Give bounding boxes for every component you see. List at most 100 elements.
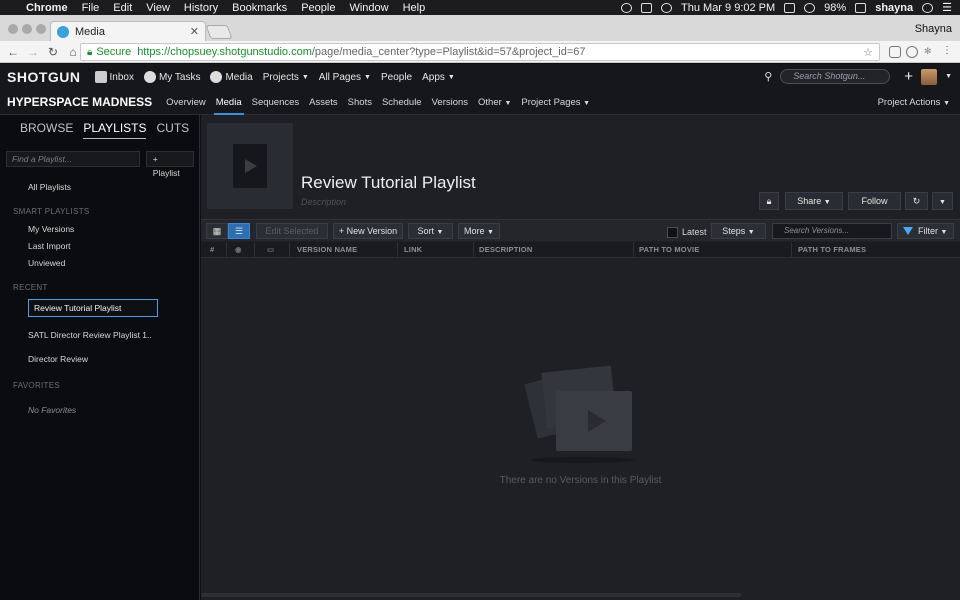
column-number[interactable]: # — [210, 245, 214, 254]
playlist-thumbnail[interactable] — [207, 123, 293, 209]
apps-menu[interactable]: Apps ▼ — [422, 72, 455, 83]
sidebar-item-my-versions[interactable]: My Versions — [28, 224, 74, 234]
playlist-title[interactable]: Review Tutorial Playlist — [301, 173, 476, 193]
wifi-icon[interactable] — [804, 2, 816, 13]
search-versions-input[interactable]: Search Versions... — [772, 223, 892, 239]
share-button[interactable]: Share ▼ — [785, 192, 843, 210]
datetime[interactable]: Thu Mar 9 9:02 PM — [681, 2, 775, 14]
list-view-button[interactable]: ☰ — [228, 223, 250, 239]
chrome-menu-icon[interactable]: ⋮ — [942, 46, 954, 58]
status-tray-icon[interactable] — [621, 2, 633, 13]
tab-versions[interactable]: Versions — [432, 90, 468, 115]
all-pages-menu[interactable]: All Pages ▼ — [319, 72, 371, 83]
close-tab-icon[interactable]: ✕ — [190, 25, 199, 38]
dollar-icon[interactable] — [661, 2, 673, 13]
chrome-profile[interactable]: Shayna — [915, 23, 952, 35]
minimize-window-button[interactable] — [22, 24, 32, 34]
tab-schedule[interactable]: Schedule — [382, 90, 422, 115]
sort-button[interactable]: Sort ▼ — [408, 223, 453, 239]
list-icon[interactable]: ☰ — [942, 1, 952, 14]
menu-view[interactable]: View — [146, 2, 170, 14]
battery-icon[interactable] — [855, 2, 867, 13]
tab-sequences[interactable]: Sequences — [252, 90, 300, 115]
steps-button[interactable]: Steps ▼ — [711, 223, 766, 239]
play-column-icon[interactable]: ◉ — [235, 245, 242, 254]
new-version-button[interactable]: + New Version — [333, 223, 403, 239]
menu-app-name[interactable]: Chrome — [26, 2, 68, 14]
plus-icon[interactable]: + — [904, 68, 913, 85]
sidebar-item-recent[interactable]: SATL Director Review Playlist 1.. — [28, 330, 152, 340]
edit-selected-button[interactable]: Edit Selected — [256, 223, 328, 239]
playlist-description[interactable]: Description — [301, 197, 346, 207]
more-button[interactable]: More ▼ — [458, 223, 500, 239]
find-playlist-input[interactable]: Find a Playlist... — [6, 151, 140, 167]
search-icon[interactable]: ⚲ — [764, 70, 772, 83]
tab-assets[interactable]: Assets — [309, 90, 338, 115]
menu-window[interactable]: Window — [349, 2, 388, 14]
info-icon[interactable] — [906, 46, 918, 58]
column-path-to-frames[interactable]: PATH TO FRAMES — [798, 245, 866, 254]
people-link[interactable]: People — [381, 72, 412, 83]
bookmark-star-icon[interactable]: ☆ — [863, 46, 873, 59]
battery-percent[interactable]: 98% — [824, 2, 846, 14]
back-icon[interactable]: ← — [6, 45, 20, 59]
tab-other[interactable]: Other ▼ — [478, 90, 511, 115]
zoom-window-button[interactable] — [36, 24, 46, 34]
lock-button[interactable]: 🔒︎ — [759, 192, 779, 210]
my-tasks-link[interactable]: My Tasks — [143, 71, 200, 83]
shotgun-logo[interactable]: SHOTGUN — [7, 69, 81, 85]
user-name[interactable]: shayna — [875, 2, 913, 14]
extension-icon[interactable] — [889, 46, 901, 58]
menu-people[interactable]: People — [301, 2, 335, 14]
tab-playlists[interactable]: PLAYLISTS — [83, 121, 147, 139]
sidebar-item-recent[interactable]: Director Review — [28, 354, 88, 364]
sidebar-item-all-playlists[interactable]: All Playlists — [28, 182, 71, 192]
column-version-name[interactable]: VERSION NAME — [297, 245, 357, 254]
status-tray-icon[interactable] — [641, 2, 653, 13]
search-icon[interactable] — [922, 2, 934, 13]
horizontal-scrollbar[interactable] — [201, 593, 741, 597]
follow-button[interactable]: Follow — [848, 192, 901, 210]
grid-view-button[interactable]: ▦ — [206, 223, 228, 239]
sidebar-item-unviewed[interactable]: Unviewed — [28, 258, 65, 268]
address-bar[interactable]: 🔒︎ Secure https://chopsuey.shotgunstudio… — [80, 43, 880, 61]
tab-cuts[interactable]: CUTS — [156, 121, 189, 139]
global-search-input[interactable]: Search Shotgun... — [780, 69, 891, 84]
tab-shots[interactable]: Shots — [348, 90, 372, 115]
thumbnail-column-icon[interactable]: ▭ — [267, 245, 274, 254]
column-path-to-movie[interactable]: PATH TO MOVIE — [639, 245, 700, 254]
tab-media[interactable]: Media — [213, 90, 244, 115]
new-tab-button[interactable] — [205, 25, 233, 39]
close-window-button[interactable] — [8, 24, 18, 34]
tab-project-pages[interactable]: Project Pages ▼ — [521, 90, 590, 115]
forward-icon[interactable]: → — [26, 45, 40, 59]
header-more-button[interactable]: ▼ — [932, 192, 953, 210]
latest-checkbox[interactable] — [667, 227, 678, 238]
chevron-down-icon[interactable]: ▼ — [945, 73, 952, 80]
menu-file[interactable]: File — [82, 2, 100, 14]
menu-bookmarks[interactable]: Bookmarks — [232, 2, 287, 14]
projects-menu[interactable]: Projects ▼ — [263, 72, 309, 83]
menu-history[interactable]: History — [184, 2, 218, 14]
project-title[interactable]: HYPERSPACE MADNESS — [7, 95, 152, 109]
refresh-button[interactable]: ↻ — [905, 192, 928, 210]
project-actions-menu[interactable]: Project Actions ▼ — [878, 90, 950, 116]
column-description[interactable]: DESCRIPTION — [479, 245, 532, 254]
menu-help[interactable]: Help — [403, 2, 426, 14]
home-icon[interactable]: ⌂ — [66, 45, 80, 59]
inbox-link[interactable]: Inbox — [94, 71, 134, 83]
browser-tab[interactable]: Media ✕ — [50, 21, 206, 41]
sidebar-item-selected-playlist[interactable]: Review Tutorial Playlist — [28, 299, 158, 317]
column-link[interactable]: LINK — [404, 245, 422, 254]
screen-icon[interactable] — [784, 2, 796, 13]
menu-edit[interactable]: Edit — [113, 2, 132, 14]
tab-browse[interactable]: BROWSE — [20, 121, 73, 139]
user-avatar[interactable] — [921, 68, 938, 85]
reload-icon[interactable]: ↻ — [46, 45, 60, 59]
gear-icon[interactable]: ✻ — [924, 46, 936, 58]
tab-overview[interactable]: Overview — [166, 90, 206, 115]
media-link[interactable]: Media — [210, 71, 253, 83]
sidebar-item-last-import[interactable]: Last Import — [28, 241, 71, 251]
filter-button[interactable]: Filter ▼ — [897, 223, 954, 239]
add-playlist-button[interactable]: + Playlist — [145, 151, 194, 178]
